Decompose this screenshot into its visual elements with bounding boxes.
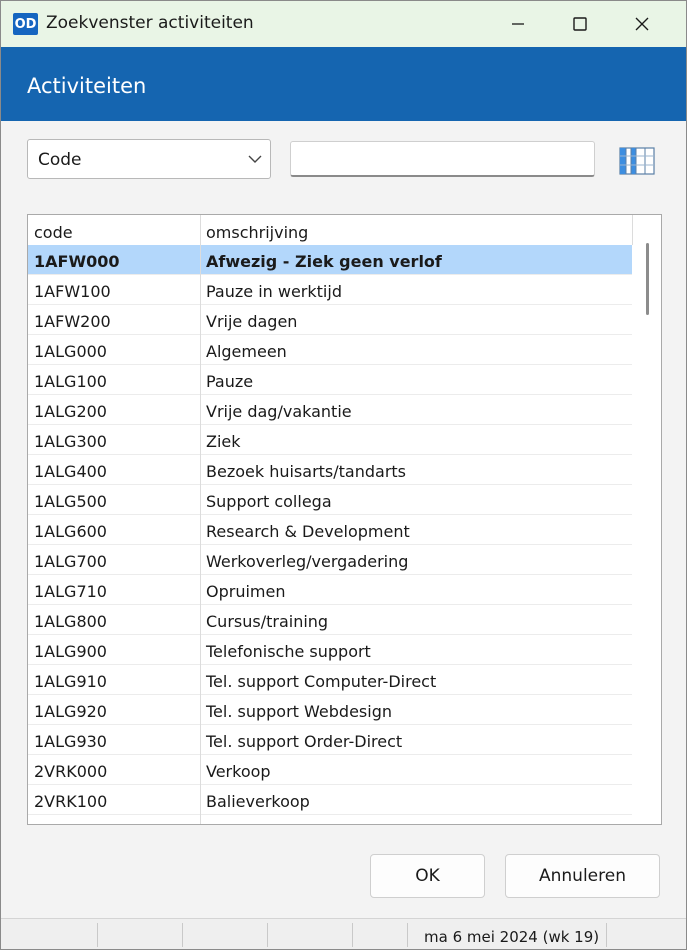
cell-code: 1ALG910 xyxy=(34,672,107,691)
cell-code: 1ALG900 xyxy=(34,642,107,661)
cell-code: 1ALG400 xyxy=(34,462,107,481)
od-logo-icon: OD xyxy=(13,13,38,35)
cell-code: 1ALG200 xyxy=(34,402,107,421)
table-row[interactable]: 1ALG930 Tel. support Order-Direct xyxy=(28,725,632,755)
cell-code: 1AFW100 xyxy=(34,282,111,301)
title-bar[interactable]: OD Zoekvenster activiteiten xyxy=(1,1,686,47)
table-row[interactable]: 1ALG200 Vrije dag/vakantie xyxy=(28,395,632,425)
chevron-down-icon xyxy=(248,155,262,163)
table-row[interactable]: 1ALG500 Support collega xyxy=(28,485,632,515)
cell-omschrijving: Support collega xyxy=(206,492,332,511)
cell-omschrijving: Vrije dag/vakantie xyxy=(206,402,352,421)
cell-omschrijving: Tel. support Webdesign xyxy=(206,702,392,721)
cell-omschrijving: Algemeen xyxy=(206,342,287,361)
table-row[interactable]: 1ALG800 Cursus/training xyxy=(28,605,632,635)
table-row[interactable]: 1ALG700 Werkoverleg/vergadering xyxy=(28,545,632,575)
status-divider xyxy=(606,923,607,947)
status-divider xyxy=(407,923,408,947)
columns-grid-icon xyxy=(619,147,655,175)
search-field-select-value: Code xyxy=(38,150,82,170)
search-field-select[interactable]: Code xyxy=(27,139,271,179)
cell-omschrijving: Werkoverleg/vergadering xyxy=(206,552,409,571)
window-title: Zoekvenster activiteiten xyxy=(46,13,254,33)
cell-omschrijving: Tel. support Order-Direct xyxy=(206,732,403,751)
table-row[interactable]: 1ALG600 Research & Development xyxy=(28,515,632,545)
table-row[interactable]: 1ALG000 Algemeen xyxy=(28,335,632,365)
minimize-button[interactable] xyxy=(487,1,549,47)
table-row[interactable]: 1AFW100 Pauze in werktijd xyxy=(28,275,632,305)
cell-code: 1ALG500 xyxy=(34,492,107,511)
table-row[interactable]: 2VRK000 Verkoop xyxy=(28,755,632,785)
table-header: code omschrijving xyxy=(28,215,632,246)
cell-code: 2VRK100 xyxy=(34,792,108,811)
cell-omschrijving: Cursus/training xyxy=(206,612,329,631)
search-dialog-window: OD Zoekvenster activiteiten Activiteiten… xyxy=(0,0,687,950)
table-row[interactable]: 2VRK100 Balieverkoop xyxy=(28,785,632,815)
cell-code: 1ALG700 xyxy=(34,552,107,571)
ok-button[interactable]: OK xyxy=(370,854,485,898)
cell-omschrijving: Ziek xyxy=(206,432,241,451)
cell-code: 1ALG930 xyxy=(34,732,107,751)
cell-omschrijving: Verkoop xyxy=(206,762,271,781)
status-divider xyxy=(182,923,183,947)
table-row[interactable]: 1ALG910 Tel. support Computer-Direct xyxy=(28,665,632,695)
cell-omschrijving: Pauze xyxy=(206,372,254,391)
cell-omschrijving: Afwezig - Ziek geen verlof xyxy=(206,252,442,271)
page-title: Activiteiten xyxy=(27,74,147,98)
table-body: 1AFW000 Afwezig - Ziek geen verlof 1AFW100… xyxy=(28,245,632,815)
table-row[interactable]: 1ALG400 Bezoek huisarts/tandarts xyxy=(28,455,632,485)
cell-code: 1ALG710 xyxy=(34,582,107,601)
status-divider xyxy=(97,923,98,947)
status-divider xyxy=(352,923,353,947)
cell-omschrijving: Opruimen xyxy=(206,582,286,601)
cell-code: 1AFW200 xyxy=(34,312,111,331)
cell-omschrijving: Balieverkoop xyxy=(206,792,310,811)
cell-code: 1AFW000 xyxy=(34,252,120,271)
table-row[interactable]: 1ALG300 Ziek xyxy=(28,425,632,455)
cell-code: 1ALG100 xyxy=(34,372,107,391)
activities-table[interactable]: code omschrijving 1AFW000 Afwezig - Ziek … xyxy=(27,214,662,825)
close-button[interactable] xyxy=(611,1,673,47)
table-row[interactable]: 1ALG920 Tel. support Webdesign xyxy=(28,695,632,725)
table-row[interactable]: 1AFW200 Vrije dagen xyxy=(28,305,632,335)
column-header-omschrijving[interactable]: omschrijving xyxy=(206,223,308,242)
cell-code: 1ALG800 xyxy=(34,612,107,631)
table-row[interactable]: 1AFW000 Afwezig - Ziek geen verlof xyxy=(28,245,632,275)
maximize-icon xyxy=(573,17,587,31)
cell-code: 1ALG600 xyxy=(34,522,107,541)
status-date: ma 6 mei 2024 (wk 19) xyxy=(424,928,600,946)
header-band: Activiteiten xyxy=(1,47,686,121)
column-header-code[interactable]: code xyxy=(34,223,73,242)
maximize-button[interactable] xyxy=(549,1,611,47)
close-icon xyxy=(635,17,649,31)
cell-code: 1ALG300 xyxy=(34,432,107,451)
table-row[interactable]: 1ALG900 Telefonische support xyxy=(28,635,632,665)
search-input[interactable] xyxy=(290,141,595,177)
table-row[interactable]: 1ALG710 Opruimen xyxy=(28,575,632,605)
columns-button[interactable] xyxy=(619,146,655,176)
cell-omschrijving: Pauze in werktijd xyxy=(206,282,342,301)
cell-code: 1ALG920 xyxy=(34,702,107,721)
scrollbar-thumb[interactable] xyxy=(646,243,649,315)
cell-code: 2VRK000 xyxy=(34,762,108,781)
status-bar: ma 6 mei 2024 (wk 19) xyxy=(1,918,686,949)
cell-omschrijving: Tel. support Computer-Direct xyxy=(206,672,437,691)
status-divider xyxy=(267,923,268,947)
cancel-button[interactable]: Annuleren xyxy=(505,854,660,898)
cell-omschrijving: Telefonische support xyxy=(206,642,371,661)
cell-omschrijving: Research & Development xyxy=(206,522,410,541)
cell-omschrijving: Vrije dagen xyxy=(206,312,298,331)
cell-code: 1ALG000 xyxy=(34,342,107,361)
column-divider xyxy=(200,215,201,824)
minimize-icon xyxy=(512,23,524,25)
cell-omschrijving: Bezoek huisarts/tandarts xyxy=(206,462,407,481)
table-row[interactable]: 1ALG100 Pauze xyxy=(28,365,632,395)
